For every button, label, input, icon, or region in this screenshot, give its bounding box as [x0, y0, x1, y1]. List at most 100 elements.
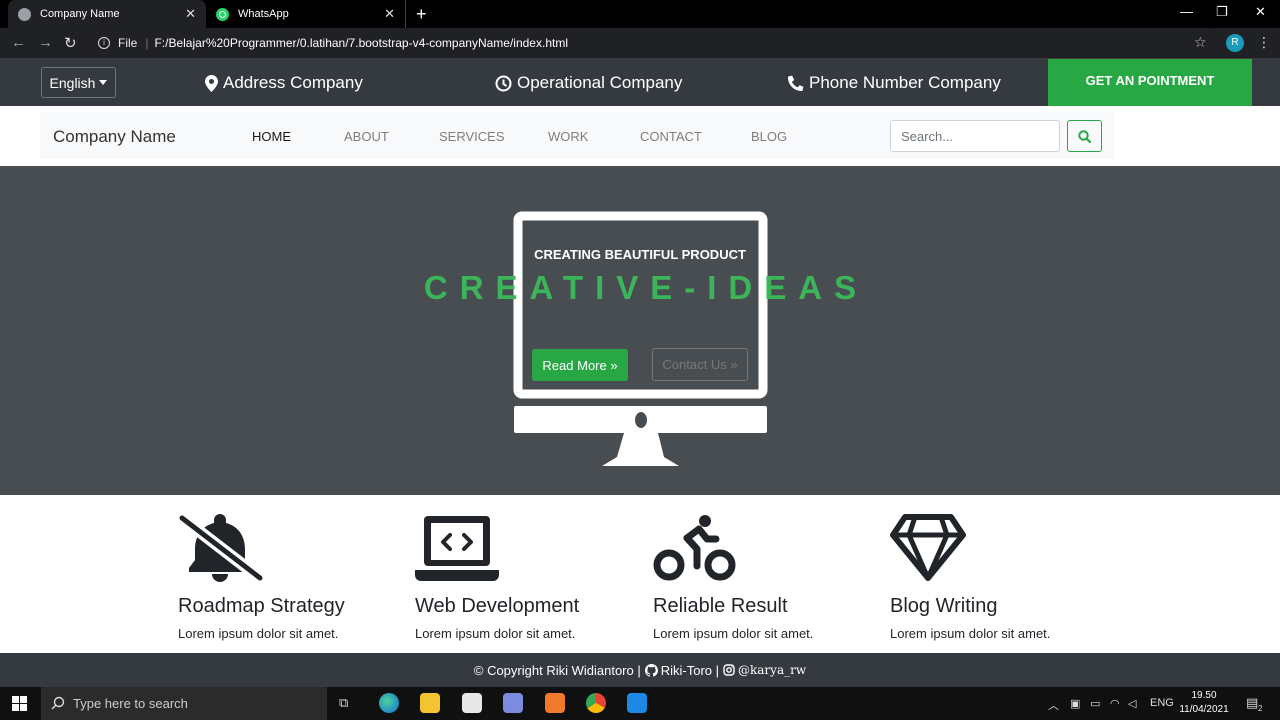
- close-window-icon[interactable]: ✕: [1255, 4, 1266, 20]
- bookmark-star-icon[interactable]: ☆: [1194, 34, 1207, 51]
- feature-title: Roadmap Strategy: [178, 595, 345, 617]
- clock-date: 11/04/2021: [1179, 704, 1229, 715]
- notification-count: 2: [1258, 704, 1263, 713]
- vscode-icon[interactable]: [627, 693, 647, 713]
- windows-start-icon[interactable]: [12, 696, 27, 711]
- desktop-monitor-icon: [513, 211, 768, 466]
- biking-icon: [653, 515, 736, 581]
- hero-section: CREATING BEAUTIFUL PRODUCT CREATIVE-IDEA…: [0, 166, 1280, 495]
- operational-info: Operational Company: [495, 73, 682, 93]
- nav-blog[interactable]: BLOG: [751, 129, 787, 144]
- caret-down-icon: [99, 80, 108, 85]
- nav-home[interactable]: HOME: [252, 129, 291, 144]
- url-text: F:/Belajar%20Programmer/0.latihan/7.boot…: [154, 36, 568, 50]
- meet-now-icon[interactable]: ▣: [1070, 697, 1080, 710]
- github-handle[interactable]: Riki-Toro |: [661, 663, 719, 678]
- search-icon: [51, 696, 65, 710]
- navbar-brand[interactable]: Company Name: [53, 127, 176, 147]
- nav-about[interactable]: ABOUT: [344, 129, 389, 144]
- instagram-icon[interactable]: [723, 664, 735, 676]
- search-button[interactable]: [1067, 120, 1102, 152]
- profile-avatar[interactable]: R: [1226, 34, 1244, 52]
- feature-title: Web Development: [415, 595, 580, 617]
- instagram-handle[interactable]: @karya_rw: [738, 663, 806, 677]
- back-icon[interactable]: ←: [11, 34, 26, 51]
- browser-tab-bar: Company Name ✕ WhatsApp ✕ + — ❐ ✕: [0, 0, 1280, 28]
- windows-taskbar: Type here to search ⧉ ︿ ▣ ▭ ◠ ◁ ENG 19.5…: [0, 687, 1280, 720]
- photo-app-icon[interactable]: [503, 693, 523, 713]
- address-text: Address Company: [223, 73, 363, 92]
- clock-icon: [495, 75, 512, 91]
- close-tab-icon[interactable]: ✕: [384, 6, 395, 22]
- menu-kebab-icon[interactable]: ⋮: [1257, 34, 1271, 51]
- url-field[interactable]: i File | F:/Belajar%20Programmer/0.latih…: [90, 31, 1220, 55]
- gem-icon: [890, 514, 966, 581]
- clock[interactable]: 19.50 11/04/2021: [1176, 689, 1232, 717]
- feature-text: Lorem ipsum dolor sit amet.: [890, 626, 1051, 641]
- mail-icon[interactable]: [462, 693, 482, 713]
- nav-services[interactable]: SERVICES: [439, 129, 505, 144]
- address-info: Address Company: [205, 73, 363, 93]
- top-info-bar: English Address Company Operational Comp…: [0, 59, 1280, 106]
- feature-text: Lorem ipsum dolor sit amet.: [653, 626, 814, 641]
- xampp-icon[interactable]: [545, 693, 565, 713]
- nav-contact[interactable]: CONTACT: [640, 129, 702, 144]
- feature-web-development: Web Development Lorem ipsum dolor sit am…: [415, 514, 635, 641]
- url-scheme: File: [118, 36, 138, 50]
- feature-text: Lorem ipsum dolor sit amet.: [415, 626, 576, 641]
- github-icon[interactable]: [644, 663, 658, 677]
- minimize-icon[interactable]: —: [1180, 4, 1193, 19]
- file-explorer-icon[interactable]: [420, 693, 440, 713]
- info-icon[interactable]: i: [98, 37, 110, 49]
- search-input[interactable]: [890, 120, 1060, 152]
- clock-time: 19.50: [1191, 690, 1217, 701]
- feature-text: Lorem ipsum dolor sit amet.: [178, 626, 339, 641]
- hero-title: CREATIVE-IDEAS: [423, 269, 869, 306]
- phone-icon: [788, 75, 804, 91]
- operational-text: Operational Company: [517, 73, 683, 92]
- nav-work[interactable]: WORK: [548, 129, 588, 144]
- language-label: English: [49, 74, 96, 91]
- input-language[interactable]: ENG: [1150, 697, 1174, 709]
- feature-title: Reliable Result: [653, 595, 788, 617]
- phone-text: Phone Number Company: [809, 73, 1001, 92]
- feature-reliable-result: Reliable Result Lorem ipsum dolor sit am…: [653, 514, 873, 641]
- show-hidden-icons[interactable]: ︿: [1048, 697, 1059, 713]
- hero-subtitle: CREATING BEAUTIFUL PRODUCT: [534, 247, 746, 262]
- address-bar: ← → ↻ i File | F:/Belajar%20Programmer/0…: [0, 28, 1280, 59]
- close-tab-icon[interactable]: ✕: [185, 6, 196, 22]
- map-marker-icon: [205, 74, 218, 92]
- reload-icon[interactable]: ↻: [64, 34, 77, 52]
- read-more-button[interactable]: Read More »: [532, 349, 628, 381]
- new-tab-icon[interactable]: +: [416, 4, 427, 25]
- taskbar-search[interactable]: Type here to search: [41, 687, 327, 720]
- battery-icon[interactable]: ▭: [1090, 697, 1100, 710]
- feature-roadmap-strategy: Roadmap Strategy Lorem ipsum dolor sit a…: [176, 512, 398, 641]
- appointment-button[interactable]: GET AN POINTMENT: [1048, 59, 1252, 106]
- tab-whatsapp[interactable]: WhatsApp ✕: [206, 0, 406, 28]
- volume-icon[interactable]: ◁: [1128, 697, 1136, 710]
- restore-icon[interactable]: ❐: [1216, 4, 1228, 20]
- notification-icon[interactable]: ▤: [1246, 695, 1258, 711]
- tab-title: Company Name: [40, 8, 120, 20]
- chrome-icon[interactable]: [586, 693, 606, 713]
- laptop-code-icon: [415, 516, 499, 581]
- taskbar-search-placeholder: Type here to search: [73, 696, 188, 711]
- copyright-text: © Copyright Riki Widiantoro |: [473, 662, 641, 678]
- main-navbar: Company Name HOME ABOUT SERVICES WORK CO…: [40, 112, 1115, 159]
- forward-icon[interactable]: →: [38, 34, 53, 51]
- task-view-icon[interactable]: ⧉: [339, 695, 348, 711]
- contact-us-button[interactable]: Contact Us »: [652, 348, 748, 381]
- whatsapp-icon: [216, 7, 229, 21]
- bell-slash-icon: [176, 512, 266, 584]
- tab-title: WhatsApp: [238, 8, 289, 20]
- search-icon: [1078, 129, 1091, 143]
- globe-icon: [18, 7, 31, 21]
- feature-blog-writing: Blog Writing Lorem ipsum dolor sit amet.: [890, 514, 1110, 641]
- language-dropdown[interactable]: English: [41, 67, 116, 98]
- phone-info: Phone Number Company: [788, 73, 1001, 93]
- wifi-icon[interactable]: ◠: [1110, 697, 1120, 710]
- edge-icon[interactable]: [379, 693, 399, 713]
- feature-title: Blog Writing: [890, 595, 998, 617]
- tab-company-name[interactable]: Company Name ✕: [8, 0, 206, 28]
